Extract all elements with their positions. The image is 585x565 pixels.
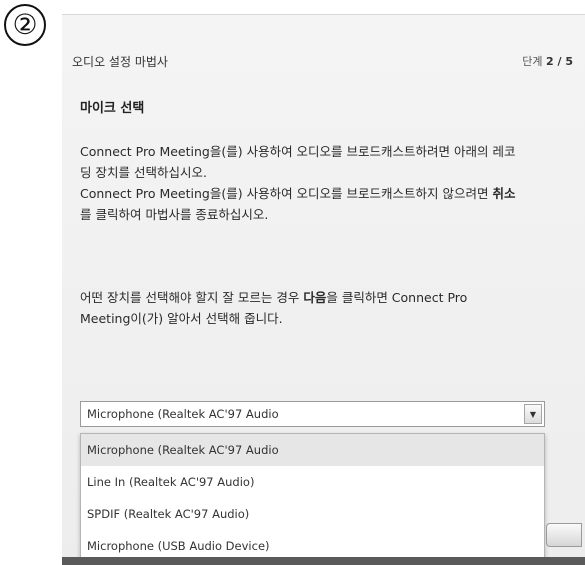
audio-setup-wizard: 오디오 설정 마법사 단계 2 / 5 마이크 선택 Connect Pro M… xyxy=(62,14,585,565)
instruction-line-1: Connect Pro Meeting을(를) 사용하여 오디오를 브로드캐스트… xyxy=(80,144,516,159)
instructions-text: Connect Pro Meeting을(를) 사용하여 오디오를 브로드캐스트… xyxy=(80,141,560,225)
hint-line-mid: 을 클릭하면 Connect Pro xyxy=(326,290,468,305)
hint-line-start: 어떤 장치를 선택해야 할지 잘 모르는 경우 xyxy=(80,290,304,305)
step-prefix: 단계 xyxy=(522,55,543,68)
dropdown-option[interactable]: Microphone (Realtek AC'97 Audio xyxy=(81,434,544,466)
dropdown-option[interactable]: SPDIF (Realtek AC'97 Audio) xyxy=(81,498,544,530)
hint-line-end: Meeting이(가) 알아서 선택해 줍니다. xyxy=(80,311,283,326)
chevron-down-icon[interactable]: ▼ xyxy=(524,404,542,424)
microphone-select-value: Microphone (Realtek AC'97 Audio xyxy=(87,407,279,421)
cancel-keyword: 취소 xyxy=(492,186,516,201)
next-keyword: 다음 xyxy=(303,290,327,305)
dropdown-option[interactable]: Line In (Realtek AC'97 Audio) xyxy=(81,466,544,498)
microphone-dropdown-list: Microphone (Realtek AC'97 Audio Line In … xyxy=(80,433,545,563)
instruction-line-3: Connect Pro Meeting을(를) 사용하여 오디오를 브로드캐스트… xyxy=(80,186,493,201)
section-title: 마이크 선택 xyxy=(80,101,145,116)
step-number-badge: ② xyxy=(4,4,46,46)
dialog-footer-bar xyxy=(62,557,585,565)
step-count: 2 / 5 xyxy=(546,55,573,68)
step-indicator: 단계 2 / 5 xyxy=(522,53,573,69)
hint-text: 어떤 장치를 선택해야 할지 잘 모르는 경우 다음을 클릭하면 Connect… xyxy=(80,287,560,329)
microphone-select[interactable]: Microphone (Realtek AC'97 Audio ▼ xyxy=(80,401,545,427)
instruction-line-2: 딩 장치를 선택하십시오. xyxy=(80,165,207,180)
wizard-title: 오디오 설정 마법사 xyxy=(72,55,168,69)
instruction-line-4: 를 클릭하여 마법사를 종료하십시오. xyxy=(80,207,269,222)
next-button[interactable] xyxy=(546,523,582,547)
